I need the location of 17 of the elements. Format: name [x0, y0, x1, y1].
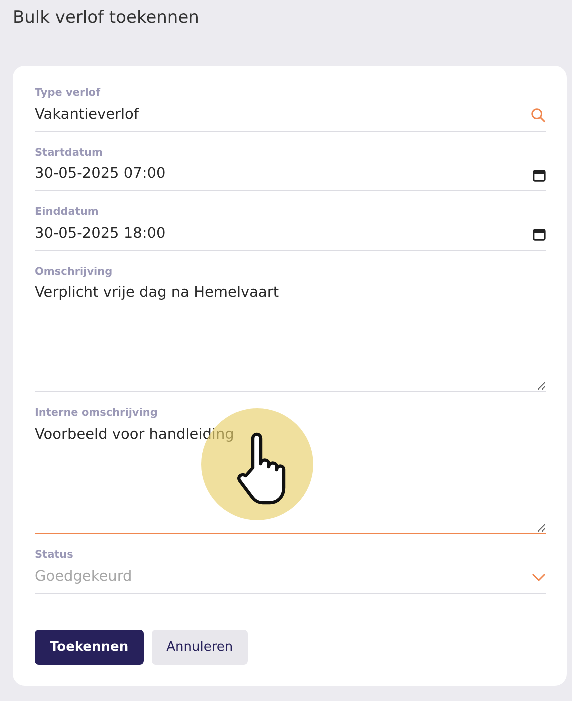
calendar-icon[interactable] [533, 168, 546, 182]
search-field[interactable]: Vakantieverlof [35, 104, 531, 130]
field-label: Type verlof [35, 86, 102, 101]
field-label: Status [35, 548, 74, 563]
page-title: Bulk verlof toekennen [13, 8, 200, 30]
field-label: Startdatum [35, 146, 104, 160]
field-label: Einddatum [35, 205, 100, 220]
text-area[interactable]: Voorbeeld voor handleiding [35, 425, 546, 533]
submit-button[interactable]: Toekennen [35, 630, 144, 665]
date-field[interactable]: 30-05-2025 07:00 [35, 164, 533, 190]
search-icon[interactable] [531, 108, 546, 124]
field-label: Interne omschrijving [35, 406, 159, 422]
calendar-icon[interactable] [533, 228, 546, 242]
cancel-button[interactable]: Annuleren [152, 630, 248, 665]
date-field[interactable]: 30-05-2025 18:00 [35, 224, 533, 250]
field-label: Omschrijving [35, 264, 114, 280]
text-area[interactable]: Verplicht vrije dag na Hemelvaart [35, 283, 546, 392]
